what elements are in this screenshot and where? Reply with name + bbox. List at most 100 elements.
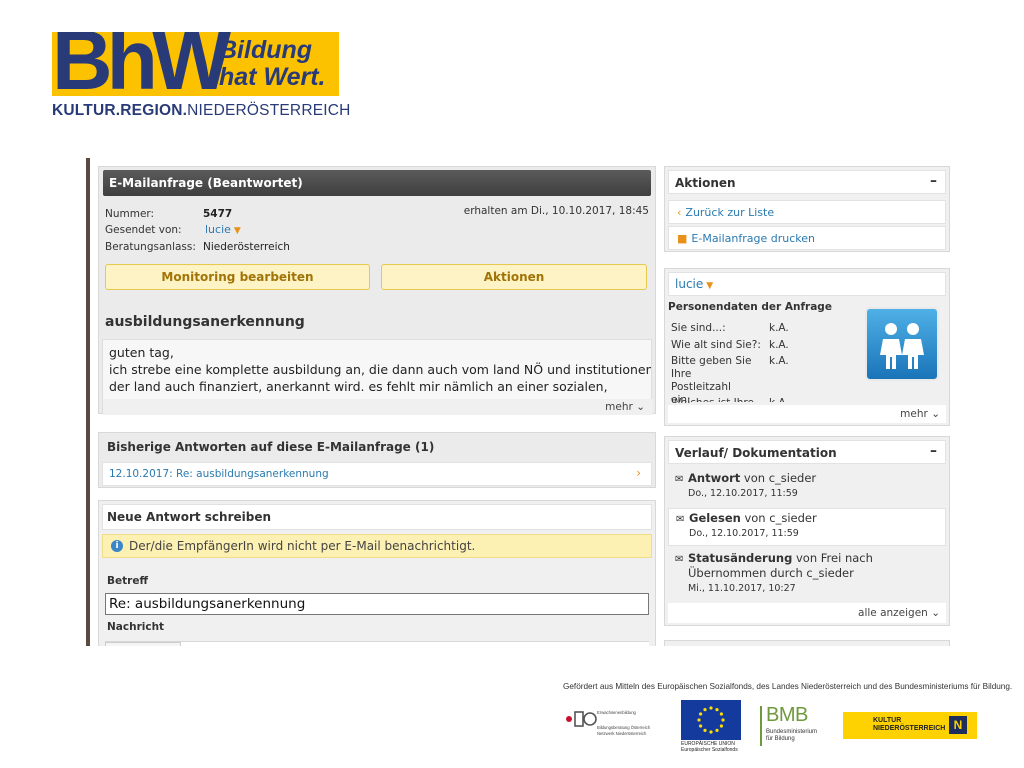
sender-label: Gesendet von: [105, 224, 182, 236]
mail-body-line: ich strebe eine komplette ausbildung an,… [109, 362, 652, 377]
previous-answer-link[interactable]: 12.10.2017: Re: ausbildungsanerkennung [109, 468, 329, 480]
editor-toolbar-button[interactable] [105, 642, 181, 646]
person-field-value: k.A. [769, 355, 789, 367]
bhw-logo: BhW Bildung hat Wert. KULTUR.REGION.NIED… [52, 32, 350, 122]
children-icon [865, 307, 939, 381]
history-footer: alle anzeigen ⌄ [668, 603, 946, 623]
mail-body-line: der land auch finanziert, anerkannt wird… [109, 379, 608, 394]
mail-body-line: guten tag, [109, 345, 174, 360]
history-panel: Verlauf/ Dokumentation – ✉ Antwort von c… [664, 436, 950, 626]
history-item[interactable]: ✉ Gelesen von c_sieder Do., 12.10.2017, … [668, 508, 946, 546]
bmb-abbr: BMB [766, 704, 808, 726]
bhw-tagline: Bildung hat Wert. [219, 37, 339, 91]
collapse-icon[interactable]: – [930, 173, 937, 189]
sender-dropdown-icon: ▼ [233, 226, 241, 236]
actions-title: Aktionen [675, 176, 736, 190]
mail-more-bar: mehr ⌄ [103, 399, 653, 415]
editor-toolbar [105, 641, 649, 646]
received-date: erhalten am Di., 10.10.2017, 18:45 [463, 205, 649, 217]
bhw-logo-box: BhW Bildung hat Wert. [52, 32, 339, 96]
previous-answers-panel: Bisherige Antworten auf diese E-Mailanfr… [98, 432, 656, 488]
lock-icon: ■ [677, 232, 688, 245]
chevron-down-icon: ⌄ [636, 401, 645, 413]
bhw-tagline-line1: Bildung [219, 36, 313, 64]
history-date: Do., 12.10.2017, 11:59 [689, 528, 799, 539]
bmb-logo: BMB Bundesministerium für Bildung [760, 704, 832, 748]
person-field-label: Welches ist Ihre [671, 397, 763, 402]
kn-text: KULTUR NIEDERÖSTERREICH [873, 717, 946, 732]
eu-flag-icon [681, 700, 741, 740]
bhw-tagline-line2: hat Wert. [219, 63, 326, 91]
notice-text: Der/die EmpfängerIn wird nicht per E-Mai… [129, 539, 476, 553]
print-link[interactable]: ■ E-Mailanfrage drucken [668, 226, 946, 250]
history-item[interactable]: ✉ Antwort von c_sieder Do., 12.10.2017, … [668, 469, 946, 507]
next-panel-stub [664, 640, 950, 646]
show-all-link[interactable]: alle anzeigen ⌄ [858, 607, 940, 619]
previous-answer-item[interactable]: 12.10.2017: Re: ausbildungsanerkennung › [102, 462, 652, 486]
chevron-left-icon: ‹ [677, 206, 682, 219]
person-field-value: k.A. [769, 397, 789, 402]
subject-input[interactable] [105, 593, 649, 615]
history-title: Verlauf/ Dokumentation [675, 446, 837, 460]
chevron-down-icon: ⌄ [931, 408, 940, 420]
person-field-label: Wie alt sind Sie?: [671, 339, 761, 351]
nummer-value: 5477 [203, 208, 233, 220]
mail-header: E-Mailanfrage (Beantwortet) [103, 170, 651, 196]
person-more-link[interactable]: mehr ⌄ [900, 408, 940, 420]
actions-header: Aktionen – [668, 170, 946, 194]
eb-line2: Bildungsberatung Österreich [597, 725, 651, 730]
new-answer-header: Neue Antwort schreiben [102, 504, 652, 530]
history-header: Verlauf/ Dokumentation – [668, 440, 946, 464]
eb-line3: Netzwerk Niederösterreich [597, 731, 647, 736]
app-window: E-Mailanfrage (Beantwortet) Nummer: 5477… [86, 158, 954, 646]
bhw-region-line: KULTUR.REGION.NIEDERÖSTERREICH [52, 102, 351, 119]
envelope-icon: ✉ [676, 514, 685, 525]
envelope-icon: ✉ [675, 554, 684, 565]
history-date: Do., 12.10.2017, 11:59 [688, 488, 798, 499]
region-kultur: KULTUR [52, 102, 116, 119]
reply-icon: ✉ [675, 474, 684, 485]
left-rail [86, 158, 90, 646]
chevron-right-icon: › [636, 466, 641, 480]
funding-text: Gefördert aus Mitteln des Europäischen S… [563, 682, 1013, 691]
info-icon: i [111, 540, 123, 552]
back-to-list-link[interactable]: ‹ Zurück zur Liste [668, 200, 946, 224]
collapse-icon[interactable]: – [930, 443, 937, 459]
kn-mark: N [949, 716, 967, 734]
bhw-letters: BhW [52, 32, 231, 96]
history-event: Gelesen [689, 511, 741, 525]
bmb-name: Bundesministerium für Bildung [766, 729, 818, 742]
history-text: von c_sieder [740, 511, 817, 525]
person-field-label: Sie sind...: [671, 322, 726, 334]
person-field-value: k.A. [769, 322, 789, 334]
person-field-value: k.A. [769, 339, 789, 351]
region-region: REGION [120, 102, 183, 119]
actions-panel: Aktionen – ‹ Zurück zur Liste ■ E-Mailanfr… [664, 166, 950, 252]
person-header: lucie ▼ [668, 272, 946, 296]
history-event: Statusänderung [688, 551, 793, 565]
erwachsenenbildung-logo: Erwachsenenbildung Bildungsberatung Öste… [563, 706, 669, 742]
sender-link[interactable]: lucie ▼ [205, 223, 241, 236]
reason-value: Niederösterreich [203, 241, 290, 253]
eb-line1: Erwachsenenbildung [597, 710, 636, 715]
history-text: von c_sieder [740, 471, 817, 485]
region-noe: NIEDERÖSTERREICH [187, 102, 351, 119]
eu-line2: Europäischer Sozialfonds [681, 747, 738, 753]
eu-logo: EUROPÄISCHE UNION Europäischer Sozialfon… [681, 700, 741, 756]
history-item[interactable]: ✉ Statusänderung von Frei nach Übernomme… [668, 549, 946, 601]
history-date: Mi., 11.10.2017, 10:27 [688, 583, 796, 594]
mail-more-link[interactable]: mehr ⌄ [605, 401, 645, 413]
actions-button[interactable]: Aktionen [381, 264, 647, 290]
mail-subject: ausbildungsanerkennung [105, 314, 305, 330]
person-name-link[interactable]: lucie ▼ [675, 277, 713, 291]
new-answer-title: Neue Antwort schreiben [107, 510, 272, 524]
kultur-noe-logo: KULTUR NIEDERÖSTERREICH N [843, 712, 977, 739]
history-event: Antwort [688, 471, 741, 485]
subject-label: Betreff [107, 575, 148, 587]
person-dropdown-icon: ▼ [706, 281, 714, 291]
person-section-title: Personendaten der Anfrage [668, 301, 832, 313]
person-more-bar: mehr ⌄ [668, 405, 946, 423]
person-panel: lucie ▼ Personendaten der Anfrage Sie sin… [664, 268, 950, 426]
reason-label: Beratungsanlass: [105, 241, 196, 253]
monitoring-button[interactable]: Monitoring bearbeiten [105, 264, 370, 290]
